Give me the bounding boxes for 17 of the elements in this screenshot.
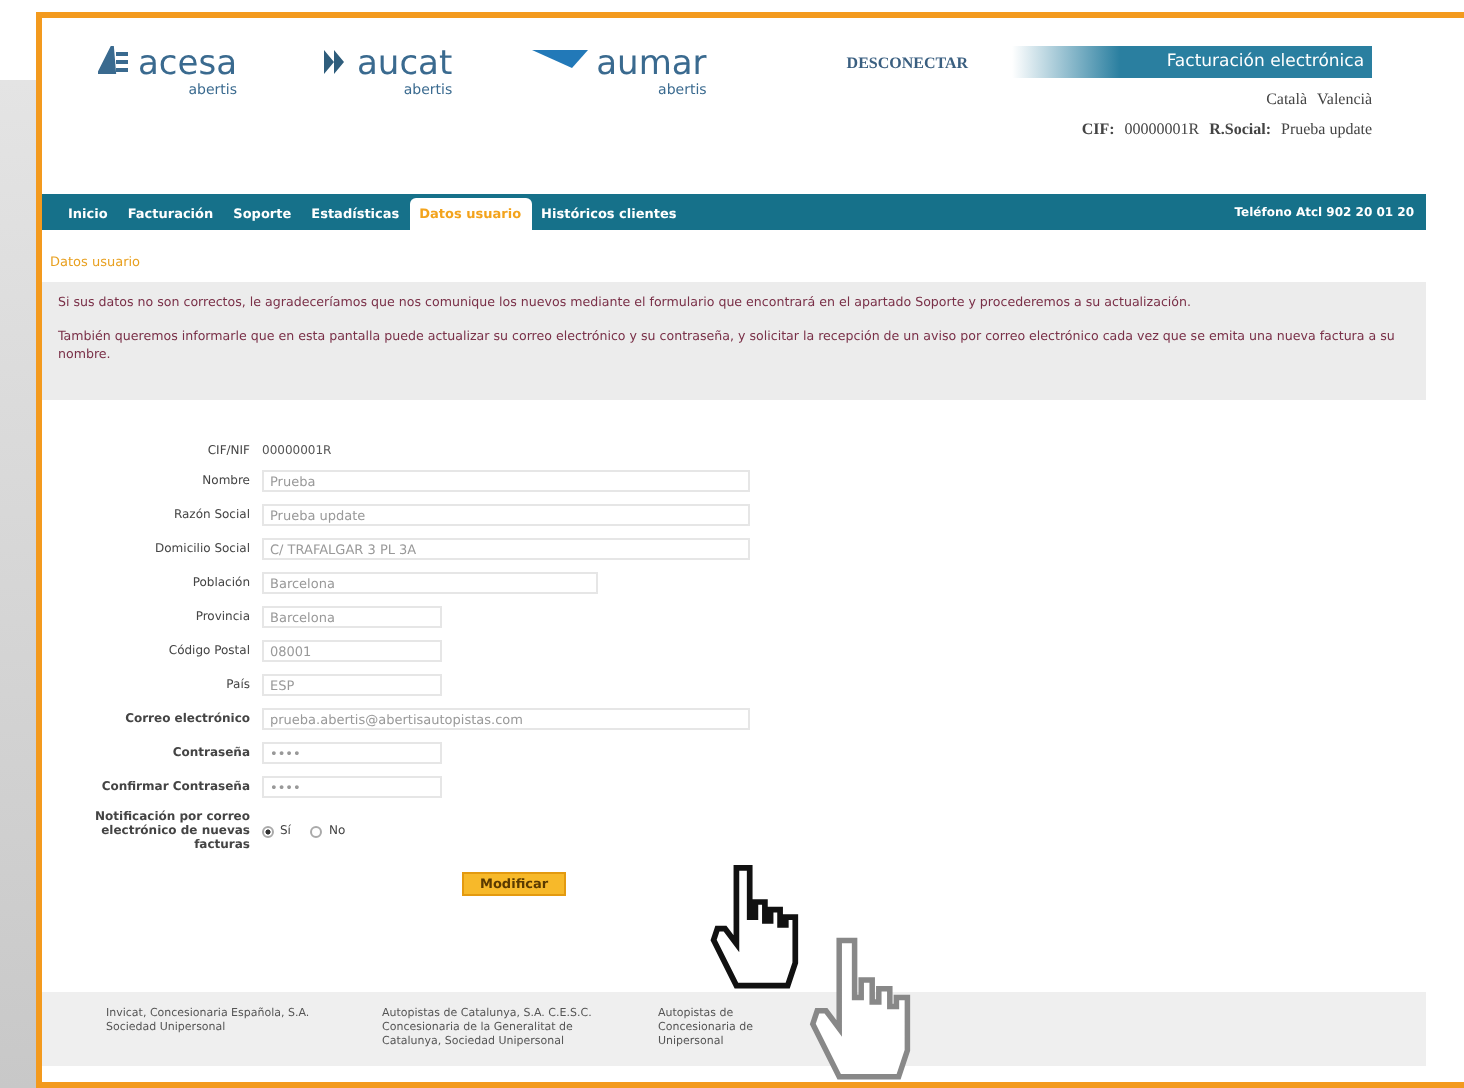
social-value: Prueba update bbox=[1281, 120, 1373, 138]
hand-cursor-icon bbox=[804, 936, 914, 1082]
disconnect-link[interactable]: DESCONECTAR bbox=[846, 54, 969, 194]
cif-label: CIF: bbox=[1081, 120, 1115, 138]
logo-icon bbox=[98, 46, 130, 74]
social-label: R.Social: bbox=[1209, 120, 1271, 138]
logo-text: aucat bbox=[357, 46, 453, 82]
logo-icon bbox=[532, 46, 589, 70]
language-link[interactable]: Valencià bbox=[1317, 90, 1373, 108]
radio-button[interactable] bbox=[310, 825, 323, 837]
logo-text: acesa bbox=[138, 46, 237, 82]
logo-text: aumar bbox=[596, 46, 707, 82]
hand-cursor-icon bbox=[706, 864, 801, 990]
language-link[interactable]: Català bbox=[1266, 90, 1307, 108]
radio-button[interactable] bbox=[262, 825, 274, 837]
site-banner: Facturación electrónica bbox=[1012, 46, 1373, 78]
cif-value: 00000001R bbox=[1124, 120, 1200, 138]
